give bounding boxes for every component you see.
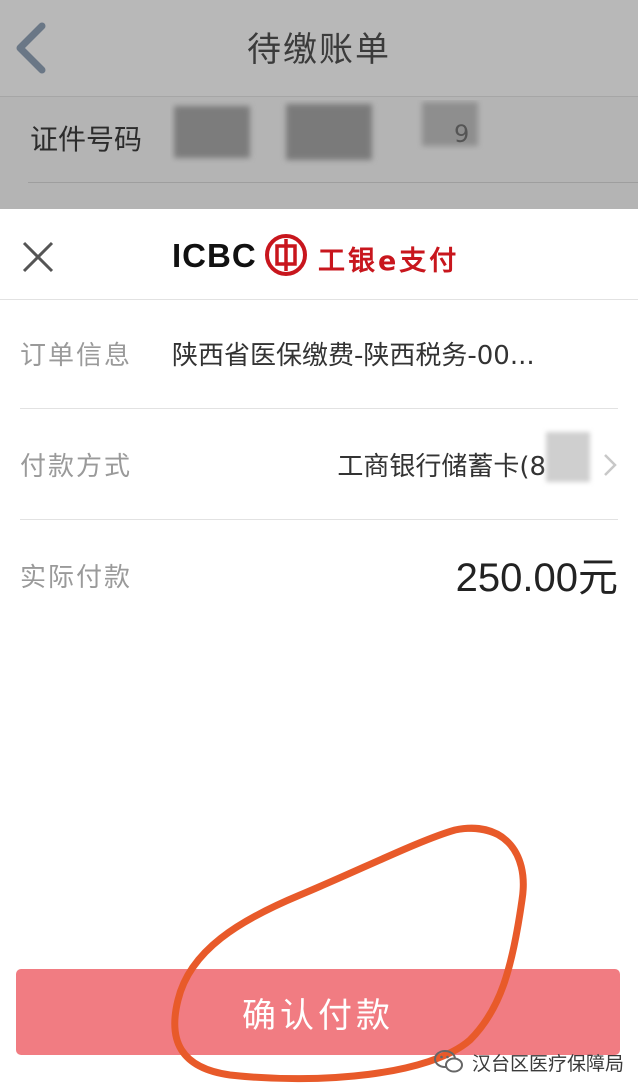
order-info-label: 订单信息 bbox=[20, 341, 133, 371]
page-title: 待缴账单 bbox=[247, 30, 391, 70]
chevron-right-icon bbox=[604, 454, 617, 476]
divider bbox=[20, 519, 618, 520]
watermark: 汉台区医疗保障局 bbox=[433, 1042, 624, 1082]
payment-amount: 250.00元 bbox=[455, 556, 618, 600]
id-number-label: 证件号码 bbox=[30, 123, 143, 156]
watermark-text: 汉台区医疗保障局 bbox=[471, 1052, 624, 1075]
card-number-redacted bbox=[546, 432, 590, 482]
nav-bar: 待缴账单 bbox=[0, 0, 638, 97]
payment-method-label: 付款方式 bbox=[20, 452, 133, 482]
actual-payment-label: 实际付款 bbox=[20, 563, 133, 593]
divider bbox=[20, 408, 618, 409]
id-partial-digit: 9 bbox=[454, 120, 469, 148]
epay-name: 工银e支付 bbox=[318, 246, 460, 277]
icbc-logo-icon bbox=[265, 234, 307, 276]
divider bbox=[28, 182, 638, 183]
payment-method-row[interactable]: 付款方式 工商银行储蓄卡(8 bbox=[0, 410, 638, 520]
order-info-value: 陕西省医保缴费-陕西税务-00... bbox=[172, 341, 535, 371]
close-icon bbox=[22, 241, 54, 273]
wechat-icon bbox=[433, 1050, 463, 1073]
icbc-wordmark: ICBC bbox=[172, 237, 257, 274]
id-number-value-redacted: 9 bbox=[170, 100, 500, 166]
payment-sheet: ICBC 工银e支付 订单信息 陕西省医保缴费-陕西税务-00... 付款方式 … bbox=[0, 209, 638, 1092]
sheet-header: ICBC 工银e支付 bbox=[0, 209, 638, 300]
close-button[interactable] bbox=[20, 239, 56, 275]
order-info-row: 订单信息 陕西省医保缴费-陕西税务-00... bbox=[0, 299, 638, 409]
actual-payment-row: 实际付款 250.00元 bbox=[0, 521, 638, 631]
payment-method-value: 工商银行储蓄卡(8 bbox=[337, 452, 546, 482]
